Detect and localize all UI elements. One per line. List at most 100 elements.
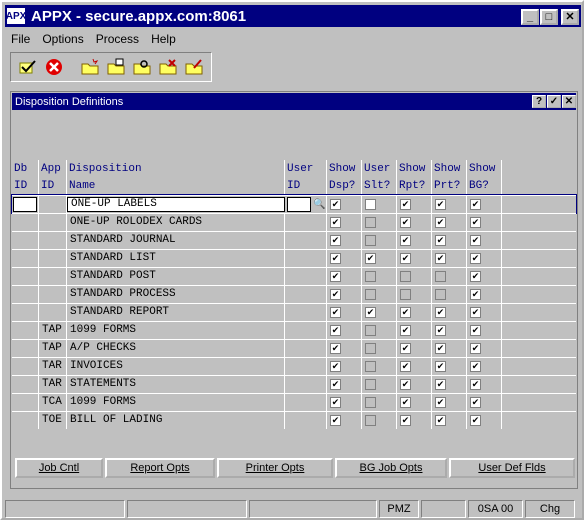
checkbox-slt[interactable] bbox=[365, 325, 376, 336]
user-id-input[interactable] bbox=[287, 197, 311, 212]
checkbox-slt[interactable]: ✔ bbox=[365, 307, 376, 318]
job-cntl-button[interactable]: Job Cntl bbox=[15, 458, 103, 478]
close-button[interactable]: ✕ bbox=[561, 9, 579, 25]
table-row[interactable]: STANDARD JOURNAL ✔ ✔ ✔ ✔ bbox=[12, 231, 576, 249]
menu-file[interactable]: File bbox=[5, 32, 36, 46]
checkbox-rpt[interactable]: ✔ bbox=[400, 307, 411, 318]
checkbox-rpt[interactable]: ✔ bbox=[400, 325, 411, 336]
checkbox-dsp[interactable]: ✔ bbox=[330, 343, 341, 354]
checkbox-prt[interactable]: ✔ bbox=[435, 307, 446, 318]
ok-button[interactable]: ✓ bbox=[547, 95, 561, 108]
open-folder-icon[interactable] bbox=[105, 56, 127, 78]
checkbox-dsp[interactable]: ✔ bbox=[330, 379, 341, 390]
menu-process[interactable]: Process bbox=[90, 32, 145, 46]
checkbox-rpt[interactable]: ✔ bbox=[400, 379, 411, 390]
checkbox-slt[interactable] bbox=[365, 235, 376, 246]
checkbox-bg[interactable]: ✔ bbox=[470, 217, 481, 228]
table-row[interactable]: ONE-UP LABELS 🔍 ✔ ✔ ✔ ✔ bbox=[11, 194, 577, 214]
checkbox-bg[interactable]: ✔ bbox=[470, 325, 481, 336]
help-button[interactable]: ? bbox=[532, 95, 546, 108]
disposition-name-cell[interactable]: ONE-UP LABELS bbox=[67, 197, 285, 212]
title-bar[interactable]: APX APPX - secure.appx.com:8061 _ □ ✕ bbox=[5, 5, 581, 27]
checkbox-bg[interactable]: ✔ bbox=[470, 415, 481, 426]
checkbox-rpt[interactable]: ✔ bbox=[400, 217, 411, 228]
find-icon[interactable] bbox=[131, 56, 153, 78]
checkbox-prt[interactable]: ✔ bbox=[435, 415, 446, 426]
checkbox-bg[interactable]: ✔ bbox=[470, 379, 481, 390]
printer-opts-button[interactable]: Printer Opts bbox=[217, 458, 333, 478]
checkbox-slt[interactable]: ✔ bbox=[365, 253, 376, 264]
checkbox-dsp[interactable]: ✔ bbox=[330, 217, 341, 228]
checkbox-prt[interactable]: ✔ bbox=[435, 379, 446, 390]
binoculars-icon[interactable]: 🔍 bbox=[313, 197, 325, 213]
checkbox-bg[interactable]: ✔ bbox=[470, 253, 481, 264]
checkbox-rpt[interactable]: ✔ bbox=[400, 199, 411, 210]
checkbox-rpt[interactable]: ✔ bbox=[400, 361, 411, 372]
user-def-flds-button[interactable]: User Def Flds bbox=[449, 458, 575, 478]
checkbox-slt[interactable] bbox=[365, 289, 376, 300]
checkbox-dsp[interactable]: ✔ bbox=[330, 235, 341, 246]
table-row[interactable]: TAP 1099 FORMS ✔ ✔ ✔ ✔ bbox=[12, 321, 576, 339]
checkbox-bg[interactable]: ✔ bbox=[470, 235, 481, 246]
table-row[interactable]: TAR STATEMENTS ✔ ✔ ✔ ✔ bbox=[12, 375, 576, 393]
checkbox-prt[interactable]: ✔ bbox=[435, 199, 446, 210]
table-row[interactable]: TAR INVOICES ✔ ✔ ✔ ✔ bbox=[12, 357, 576, 375]
checkbox-dsp[interactable]: ✔ bbox=[330, 361, 341, 372]
checkbox-dsp[interactable]: ✔ bbox=[330, 325, 341, 336]
checkbox-rpt[interactable]: ✔ bbox=[400, 253, 411, 264]
db-id-input[interactable] bbox=[13, 197, 37, 212]
checkbox-slt[interactable] bbox=[365, 397, 376, 408]
checkbox-dsp[interactable]: ✔ bbox=[330, 271, 341, 282]
change-icon[interactable] bbox=[183, 56, 205, 78]
checkbox-dsp[interactable]: ✔ bbox=[330, 415, 341, 426]
checkbox-slt[interactable] bbox=[365, 361, 376, 372]
checkbox-prt[interactable]: ✔ bbox=[435, 325, 446, 336]
checkbox-prt[interactable]: ✔ bbox=[435, 361, 446, 372]
delete-icon[interactable] bbox=[157, 56, 179, 78]
table-row[interactable]: TCA 1099 FORMS ✔ ✔ ✔ ✔ bbox=[12, 393, 576, 411]
checkbox-rpt[interactable] bbox=[400, 271, 411, 282]
checkbox-bg[interactable]: ✔ bbox=[470, 361, 481, 372]
checkbox-dsp[interactable]: ✔ bbox=[330, 289, 341, 300]
checkbox-prt[interactable]: ✔ bbox=[435, 217, 446, 228]
checkbox-rpt[interactable]: ✔ bbox=[400, 343, 411, 354]
checkbox-prt[interactable]: ✔ bbox=[435, 343, 446, 354]
checkbox-rpt[interactable] bbox=[400, 289, 411, 300]
checkbox-bg[interactable]: ✔ bbox=[470, 307, 481, 318]
checkbox-dsp[interactable]: ✔ bbox=[330, 253, 341, 264]
table-row[interactable]: STANDARD LIST ✔ ✔ ✔ ✔ ✔ bbox=[12, 249, 576, 267]
checkbox-prt[interactable] bbox=[435, 271, 446, 282]
checkbox-bg[interactable]: ✔ bbox=[470, 271, 481, 282]
subwindow-close-button[interactable]: ✕ bbox=[562, 95, 576, 108]
checkbox-prt[interactable] bbox=[435, 289, 446, 300]
table-row[interactable]: TOE BILL OF LADING ✔ ✔ ✔ ✔ bbox=[12, 411, 576, 429]
checkbox-slt[interactable] bbox=[365, 271, 376, 282]
minimize-button[interactable]: _ bbox=[521, 9, 539, 25]
checkbox-prt[interactable]: ✔ bbox=[435, 253, 446, 264]
checkbox-bg[interactable]: ✔ bbox=[470, 343, 481, 354]
checkbox-prt[interactable]: ✔ bbox=[435, 397, 446, 408]
table-row[interactable]: STANDARD POST ✔ ✔ bbox=[12, 267, 576, 285]
checkbox-rpt[interactable]: ✔ bbox=[400, 397, 411, 408]
checkbox-prt[interactable]: ✔ bbox=[435, 235, 446, 246]
table-row[interactable]: STANDARD PROCESS ✔ ✔ bbox=[12, 285, 576, 303]
checkbox-dsp[interactable]: ✔ bbox=[330, 397, 341, 408]
bg-job-opts-button[interactable]: BG Job Opts bbox=[335, 458, 447, 478]
maximize-button[interactable]: □ bbox=[540, 9, 558, 25]
ok-check-icon[interactable] bbox=[17, 56, 39, 78]
checkbox-rpt[interactable]: ✔ bbox=[400, 415, 411, 426]
new-record-icon[interactable] bbox=[79, 56, 101, 78]
report-opts-button[interactable]: Report Opts bbox=[105, 458, 215, 478]
checkbox-rpt[interactable]: ✔ bbox=[400, 235, 411, 246]
table-row[interactable]: ONE-UP ROLODEX CARDS ✔ ✔ ✔ ✔ bbox=[12, 213, 576, 231]
checkbox-bg[interactable]: ✔ bbox=[470, 397, 481, 408]
checkbox-bg[interactable]: ✔ bbox=[470, 289, 481, 300]
checkbox-slt[interactable] bbox=[365, 217, 376, 228]
checkbox-slt[interactable] bbox=[365, 415, 376, 426]
menu-help[interactable]: Help bbox=[145, 32, 182, 46]
checkbox-dsp[interactable]: ✔ bbox=[330, 199, 341, 210]
table-row[interactable]: TAP A/P CHECKS ✔ ✔ ✔ ✔ bbox=[12, 339, 576, 357]
menu-options[interactable]: Options bbox=[36, 32, 89, 46]
checkbox-slt[interactable] bbox=[365, 199, 376, 210]
checkbox-slt[interactable] bbox=[365, 343, 376, 354]
